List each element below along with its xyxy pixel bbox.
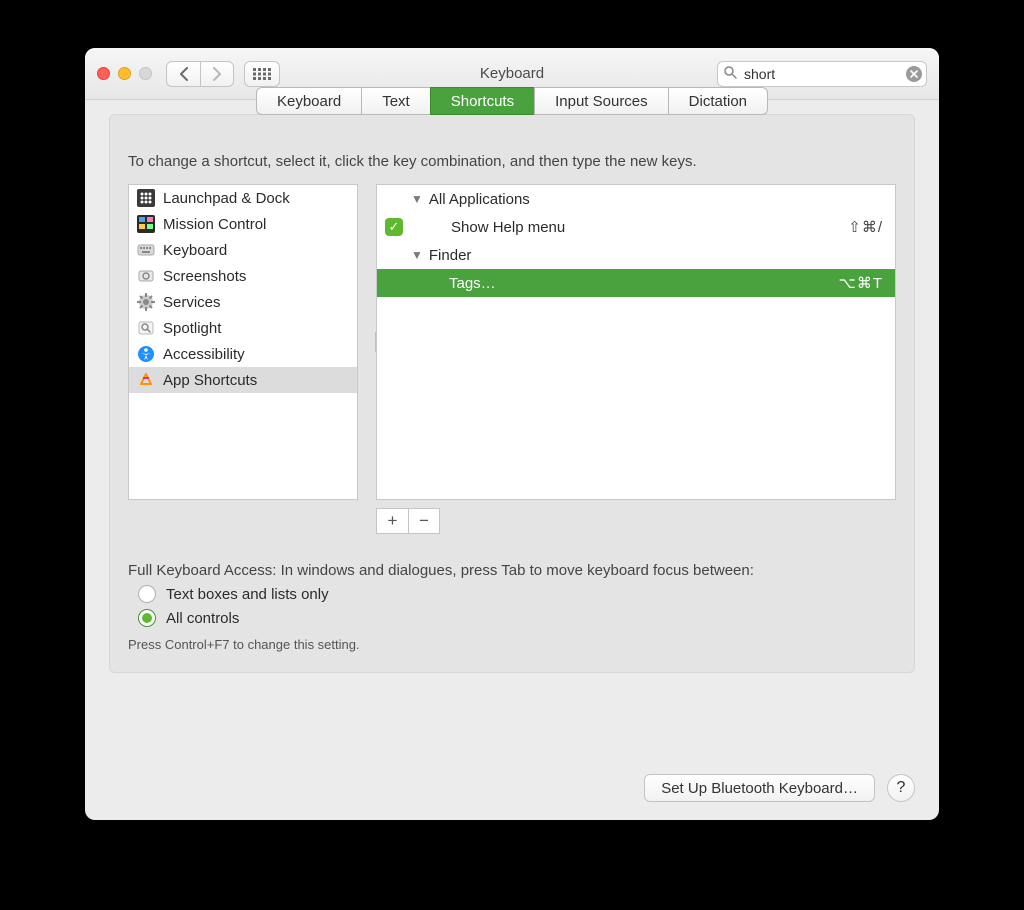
- source-item-spotlight[interactable]: Spotlight: [129, 315, 357, 341]
- tab-text[interactable]: Text: [361, 87, 430, 115]
- full-keyboard-access-label: Full Keyboard Access: In windows and dia…: [128, 562, 896, 579]
- screenshot-icon: [137, 267, 155, 285]
- tab-bar: KeyboardTextShortcutsInput SourcesDictat…: [110, 87, 914, 115]
- shortcut-label: Show Help menu: [423, 219, 848, 236]
- close-button[interactable]: [97, 67, 110, 80]
- source-item-label: Launchpad & Dock: [163, 190, 290, 207]
- app-icon: [137, 371, 155, 389]
- full-keyboard-access-hint: Press Control+F7 to change this setting.: [128, 637, 896, 652]
- source-item-launchpad-dock[interactable]: Launchpad & Dock: [129, 185, 357, 211]
- group-label: All Applications: [429, 191, 883, 208]
- gear-icon: [137, 293, 155, 311]
- search-field-wrap: [717, 61, 927, 87]
- disclosure-triangle-icon: ▼: [411, 248, 423, 262]
- search-icon: [724, 66, 737, 82]
- keyboard-prefs-window: Keyboard KeyboardTextShortcutsInput Sour…: [85, 48, 939, 820]
- disclosure-triangle-icon: ▼: [411, 192, 423, 206]
- help-button[interactable]: ?: [887, 774, 915, 802]
- shortcut-group-all-applications[interactable]: ▼ All Applications: [377, 185, 895, 213]
- source-item-app-shortcuts[interactable]: App Shortcuts: [129, 367, 357, 393]
- add-remove-buttons: + −: [376, 508, 896, 534]
- source-item-accessibility[interactable]: Accessibility: [129, 341, 357, 367]
- source-item-mission-control[interactable]: Mission Control: [129, 211, 357, 237]
- radio-button[interactable]: [138, 585, 156, 603]
- bottom-row: Set Up Bluetooth Keyboard… ?: [109, 760, 915, 802]
- radio-label: All controls: [166, 610, 239, 627]
- enabled-checkbox[interactable]: ✓: [385, 218, 403, 236]
- panel-wrap: KeyboardTextShortcutsInput SourcesDictat…: [109, 100, 915, 673]
- minimize-button[interactable]: [118, 67, 131, 80]
- bluetooth-keyboard-button[interactable]: Set Up Bluetooth Keyboard…: [644, 774, 875, 802]
- back-button[interactable]: [166, 61, 200, 87]
- tab-keyboard[interactable]: Keyboard: [256, 87, 361, 115]
- source-item-label: Mission Control: [163, 216, 266, 233]
- show-all-button[interactable]: [244, 61, 280, 87]
- forward-button[interactable]: [200, 61, 234, 87]
- shortcut-group-finder[interactable]: ▼ Finder: [377, 241, 895, 269]
- shortcuts-panel: KeyboardTextShortcutsInput SourcesDictat…: [109, 114, 915, 673]
- spotlight-icon: [137, 319, 155, 337]
- clear-search-button[interactable]: [906, 66, 922, 82]
- window-controls: [97, 67, 152, 80]
- full-keyboard-access-options: Text boxes and lists only All controls: [128, 585, 896, 627]
- shortcut-item-show-help-menu[interactable]: ✓ Show Help menu⇧⌘/: [377, 213, 895, 241]
- accessibility-icon: [137, 345, 155, 363]
- remove-shortcut-button[interactable]: −: [408, 508, 440, 534]
- shortcut-label: Tags…: [385, 275, 839, 292]
- radio-button[interactable]: [138, 609, 156, 627]
- radio-label: Text boxes and lists only: [166, 586, 329, 603]
- source-item-keyboard[interactable]: Keyboard: [129, 237, 357, 263]
- lists-container: Launchpad & Dock Mission Control Keyboard S…: [128, 184, 896, 500]
- nav-button-group: [166, 61, 234, 87]
- instruction-text: To change a shortcut, select it, click t…: [128, 153, 896, 170]
- source-item-label: Keyboard: [163, 242, 227, 259]
- shortcut-keys[interactable]: ⌥⌘T: [839, 274, 883, 292]
- source-item-label: Services: [163, 294, 221, 311]
- source-item-screenshots[interactable]: Screenshots: [129, 263, 357, 289]
- tab-input-sources[interactable]: Input Sources: [534, 87, 668, 115]
- source-item-label: Accessibility: [163, 346, 245, 363]
- shortcut-item-tags-[interactable]: Tags…⌥⌘T: [377, 269, 895, 297]
- add-shortcut-button[interactable]: +: [376, 508, 408, 534]
- source-item-services[interactable]: Services: [129, 289, 357, 315]
- search-input[interactable]: [717, 61, 927, 87]
- tab-shortcuts[interactable]: Shortcuts: [430, 87, 534, 115]
- tab-dictation[interactable]: Dictation: [668, 87, 768, 115]
- mission-control-icon: [137, 215, 155, 233]
- content-area: KeyboardTextShortcutsInput SourcesDictat…: [85, 100, 939, 820]
- shortcut-keys[interactable]: ⇧⌘/: [848, 218, 883, 236]
- radio-option-0[interactable]: Text boxes and lists only: [138, 585, 896, 603]
- source-list[interactable]: Launchpad & Dock Mission Control Keyboard S…: [128, 184, 358, 500]
- source-item-label: Screenshots: [163, 268, 246, 285]
- group-label: Finder: [429, 247, 883, 264]
- launchpad-icon: [137, 189, 155, 207]
- shortcut-list[interactable]: ▼ All Applications ✓ Show Help menu⇧⌘/ ▼ Find…: [376, 184, 896, 500]
- source-item-label: Spotlight: [163, 320, 221, 337]
- zoom-button-disabled: [139, 67, 152, 80]
- radio-option-1[interactable]: All controls: [138, 609, 896, 627]
- source-item-label: App Shortcuts: [163, 372, 257, 389]
- keyboard-icon: [137, 241, 155, 259]
